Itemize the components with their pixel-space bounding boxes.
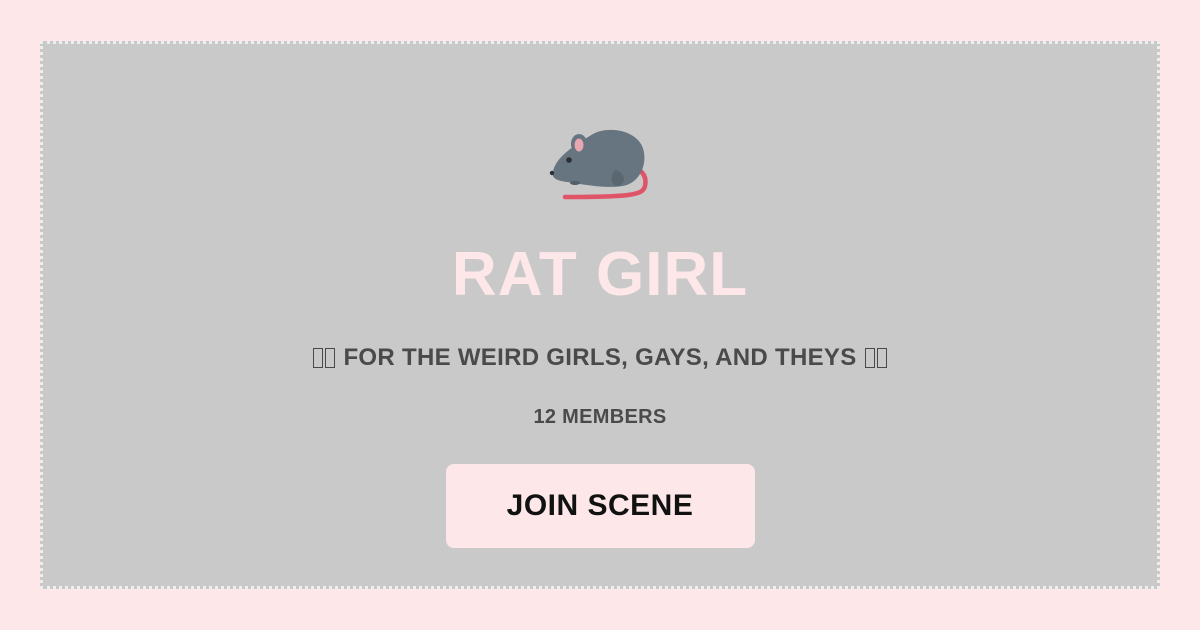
scene-tagline: FOR THE WEIRD GIRLS, GAYS, AND THEYS bbox=[313, 344, 887, 372]
missing-glyph-icon bbox=[313, 348, 336, 368]
rat-icon bbox=[545, 122, 655, 206]
scene-tagline-text: FOR THE WEIRD GIRLS, GAYS, AND THEYS bbox=[343, 344, 857, 371]
scene-card: RAT GIRL FOR THE WEIRD GIRLS, GAYS, AND … bbox=[40, 41, 1160, 589]
join-scene-button[interactable]: JOIN SCENE bbox=[445, 464, 755, 548]
scene-title: RAT GIRL bbox=[451, 240, 749, 309]
page: RAT GIRL FOR THE WEIRD GIRLS, GAYS, AND … bbox=[0, 0, 1200, 630]
member-count: 12 MEMBERS bbox=[533, 406, 667, 428]
missing-glyph-icon bbox=[864, 348, 887, 368]
